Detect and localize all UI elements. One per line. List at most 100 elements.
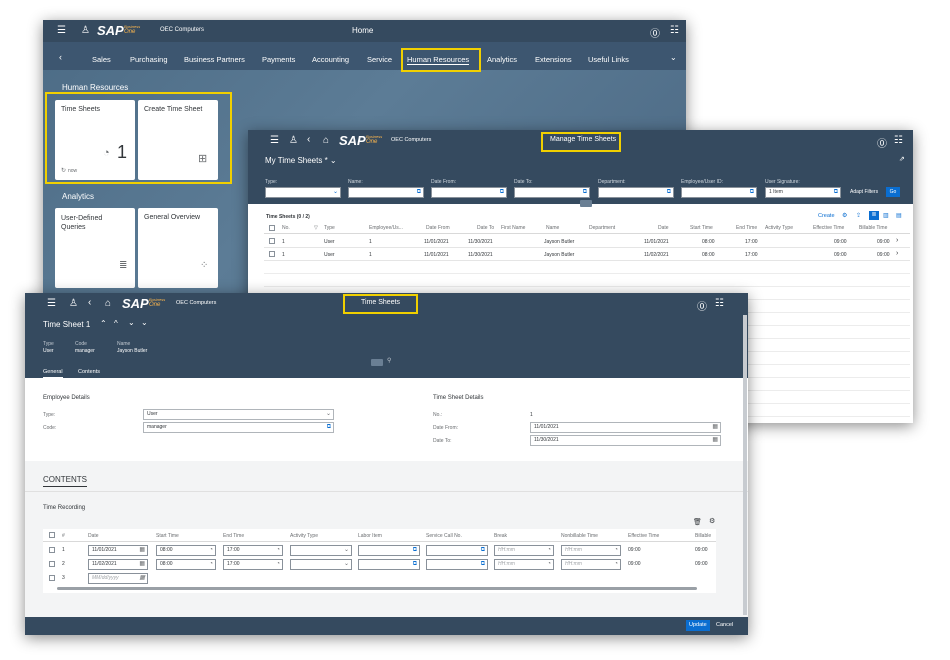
- back-icon[interactable]: ‹: [307, 134, 310, 145]
- tab-contents[interactable]: Contents: [78, 369, 100, 375]
- row-checkbox[interactable]: [49, 547, 55, 553]
- nav-analytics[interactable]: Analytics: [487, 55, 517, 64]
- date-to-field[interactable]: 11/30/2021 ▦: [530, 435, 721, 446]
- filter-employee[interactable]: ⧉: [681, 187, 757, 198]
- filter-date-to[interactable]: ⧉: [514, 187, 590, 198]
- user-icon[interactable]: ♙: [289, 135, 298, 146]
- end-time-input[interactable]: 17:00 ◔: [223, 559, 283, 570]
- date-input[interactable]: 11/01/2021 ▦: [88, 545, 148, 556]
- user-icon[interactable]: ♙: [69, 298, 78, 309]
- filter-date-from[interactable]: ⧉: [431, 187, 507, 198]
- nav-extensions[interactable]: Extensions: [535, 55, 572, 64]
- notifications-icon[interactable]: ☷: [894, 135, 903, 146]
- row-checkbox[interactable]: [269, 238, 275, 244]
- adapt-filters-button[interactable]: Adapt Filters: [850, 189, 878, 195]
- col-type[interactable]: Type: [324, 225, 335, 231]
- table-row[interactable]: 1 User 1 11/01/2021 11/30/2021 Jayson Bu…: [264, 235, 910, 248]
- user-icon[interactable]: ♙: [81, 25, 90, 36]
- break-input[interactable]: HH:mm ◔: [494, 545, 554, 556]
- create-link[interactable]: Create: [818, 213, 835, 219]
- nav-service[interactable]: Service: [367, 55, 392, 64]
- col-date-from[interactable]: Date From: [426, 225, 450, 231]
- service-call-input[interactable]: ⧉: [426, 545, 488, 556]
- col-end-time[interactable]: End Time: [736, 225, 757, 231]
- table-row[interactable]: 1 User 1 11/01/2021 11/30/2021 Jayson Bu…: [264, 248, 910, 261]
- filter-type[interactable]: ⌄: [265, 187, 341, 198]
- row-navigate-icon[interactable]: ›: [896, 237, 898, 244]
- menu-icon[interactable]: ☰: [57, 25, 66, 36]
- date-input[interactable]: MM/dd/yyyy ▦: [88, 573, 148, 584]
- share-icon[interactable]: ⇗: [899, 155, 905, 163]
- start-time-input[interactable]: 08:00 ◔: [156, 559, 216, 570]
- col-employee[interactable]: Employee/Us...: [369, 225, 403, 231]
- previous-record-icon[interactable]: ^: [114, 319, 118, 328]
- cancel-button[interactable]: Cancel: [716, 620, 733, 631]
- notifications-icon[interactable]: ☷: [670, 25, 679, 36]
- filter-user-signature[interactable]: 1 Item ⧉: [765, 187, 841, 198]
- nonbillable-input[interactable]: HH:mm ◔: [561, 545, 621, 556]
- col-activity-type[interactable]: Activity Type: [765, 225, 793, 231]
- nonbillable-input[interactable]: HH:mm ◔: [561, 559, 621, 570]
- nav-useful-links[interactable]: Useful Links: [588, 55, 629, 64]
- activity-type-select[interactable]: ⌄: [290, 545, 352, 556]
- filter-name[interactable]: ⧉: [348, 187, 424, 198]
- col-date[interactable]: Date: [658, 225, 669, 231]
- first-record-icon[interactable]: ⌃: [100, 319, 107, 328]
- menu-icon[interactable]: ☰: [47, 298, 56, 309]
- nav-more-icon[interactable]: ⌄: [670, 53, 677, 62]
- nav-business-partners[interactable]: Business Partners: [184, 55, 245, 64]
- activity-type-select[interactable]: ⌄: [290, 559, 352, 570]
- service-call-input[interactable]: ⧉: [426, 559, 488, 570]
- vertical-scrollbar[interactable]: [743, 315, 747, 615]
- nav-payments[interactable]: Payments: [262, 55, 295, 64]
- row-checkbox[interactable]: [269, 251, 275, 257]
- last-record-icon[interactable]: ⌄: [141, 318, 148, 327]
- nav-sales[interactable]: Sales: [92, 55, 111, 64]
- break-input[interactable]: HH:mm ◔: [494, 559, 554, 570]
- update-button[interactable]: Update: [686, 620, 710, 631]
- help-icon[interactable]: ⓪: [877, 135, 887, 150]
- select-all-checkbox[interactable]: [49, 532, 55, 538]
- collapse-header-handle[interactable]: [580, 200, 592, 207]
- settings-icon[interactable]: ⚙: [842, 212, 847, 219]
- col-department[interactable]: Department: [589, 225, 615, 231]
- col-date-to[interactable]: Date To: [477, 225, 494, 231]
- date-from-field[interactable]: 11/01/2021 ▦: [530, 422, 721, 433]
- nav-accounting[interactable]: Accounting: [312, 55, 349, 64]
- col-effective-time[interactable]: Effective Time: [813, 225, 844, 231]
- help-icon[interactable]: ⓪: [697, 298, 707, 313]
- pin-icon[interactable]: ⚲: [387, 357, 391, 364]
- labor-item-input[interactable]: ⧉: [358, 559, 420, 570]
- export-icon[interactable]: ⇪: [856, 212, 861, 219]
- menu-icon[interactable]: ☰: [270, 135, 279, 146]
- settings-icon[interactable]: ⚙: [709, 517, 715, 525]
- nav-back-icon[interactable]: ‹: [59, 52, 62, 62]
- col-billable-time[interactable]: Billable Time: [859, 225, 887, 231]
- next-record-icon[interactable]: ⌄: [128, 318, 135, 327]
- nav-purchasing[interactable]: Purchasing: [130, 55, 168, 64]
- home-icon[interactable]: ⌂: [105, 298, 111, 309]
- horizontal-scrollbar[interactable]: [57, 587, 697, 590]
- select-all-checkbox[interactable]: [269, 225, 275, 231]
- labor-item-input[interactable]: ⧉: [358, 545, 420, 556]
- tile-user-defined-queries[interactable]: User-Defined Queries ≣: [55, 208, 135, 288]
- delete-icon[interactable]: 🗑: [693, 518, 702, 526]
- col-name[interactable]: Name: [546, 225, 559, 231]
- home-icon[interactable]: ⌂: [323, 135, 329, 146]
- tile-general-overview[interactable]: General Overview ⁘: [138, 208, 218, 288]
- go-button[interactable]: Go: [886, 187, 900, 197]
- end-time-input[interactable]: 17:00 ◔: [223, 545, 283, 556]
- code-field[interactable]: manager ⧉: [143, 422, 334, 433]
- col-no[interactable]: No.: [282, 225, 290, 231]
- row-checkbox[interactable]: [49, 561, 55, 567]
- type-select[interactable]: User ⌄: [143, 409, 334, 420]
- help-icon[interactable]: ⓪: [650, 25, 660, 40]
- notifications-icon[interactable]: ☷: [715, 298, 724, 309]
- row-navigate-icon[interactable]: ›: [896, 250, 898, 257]
- back-icon[interactable]: ‹: [88, 297, 91, 308]
- collapse-header-handle[interactable]: [371, 359, 383, 366]
- variant-selector[interactable]: My Time Sheets * ⌄: [265, 156, 337, 165]
- date-input[interactable]: 11/02/2021 ▦: [88, 559, 148, 570]
- filter-department[interactable]: ⧉: [598, 187, 674, 198]
- chart-view-icon[interactable]: ▥: [883, 212, 889, 219]
